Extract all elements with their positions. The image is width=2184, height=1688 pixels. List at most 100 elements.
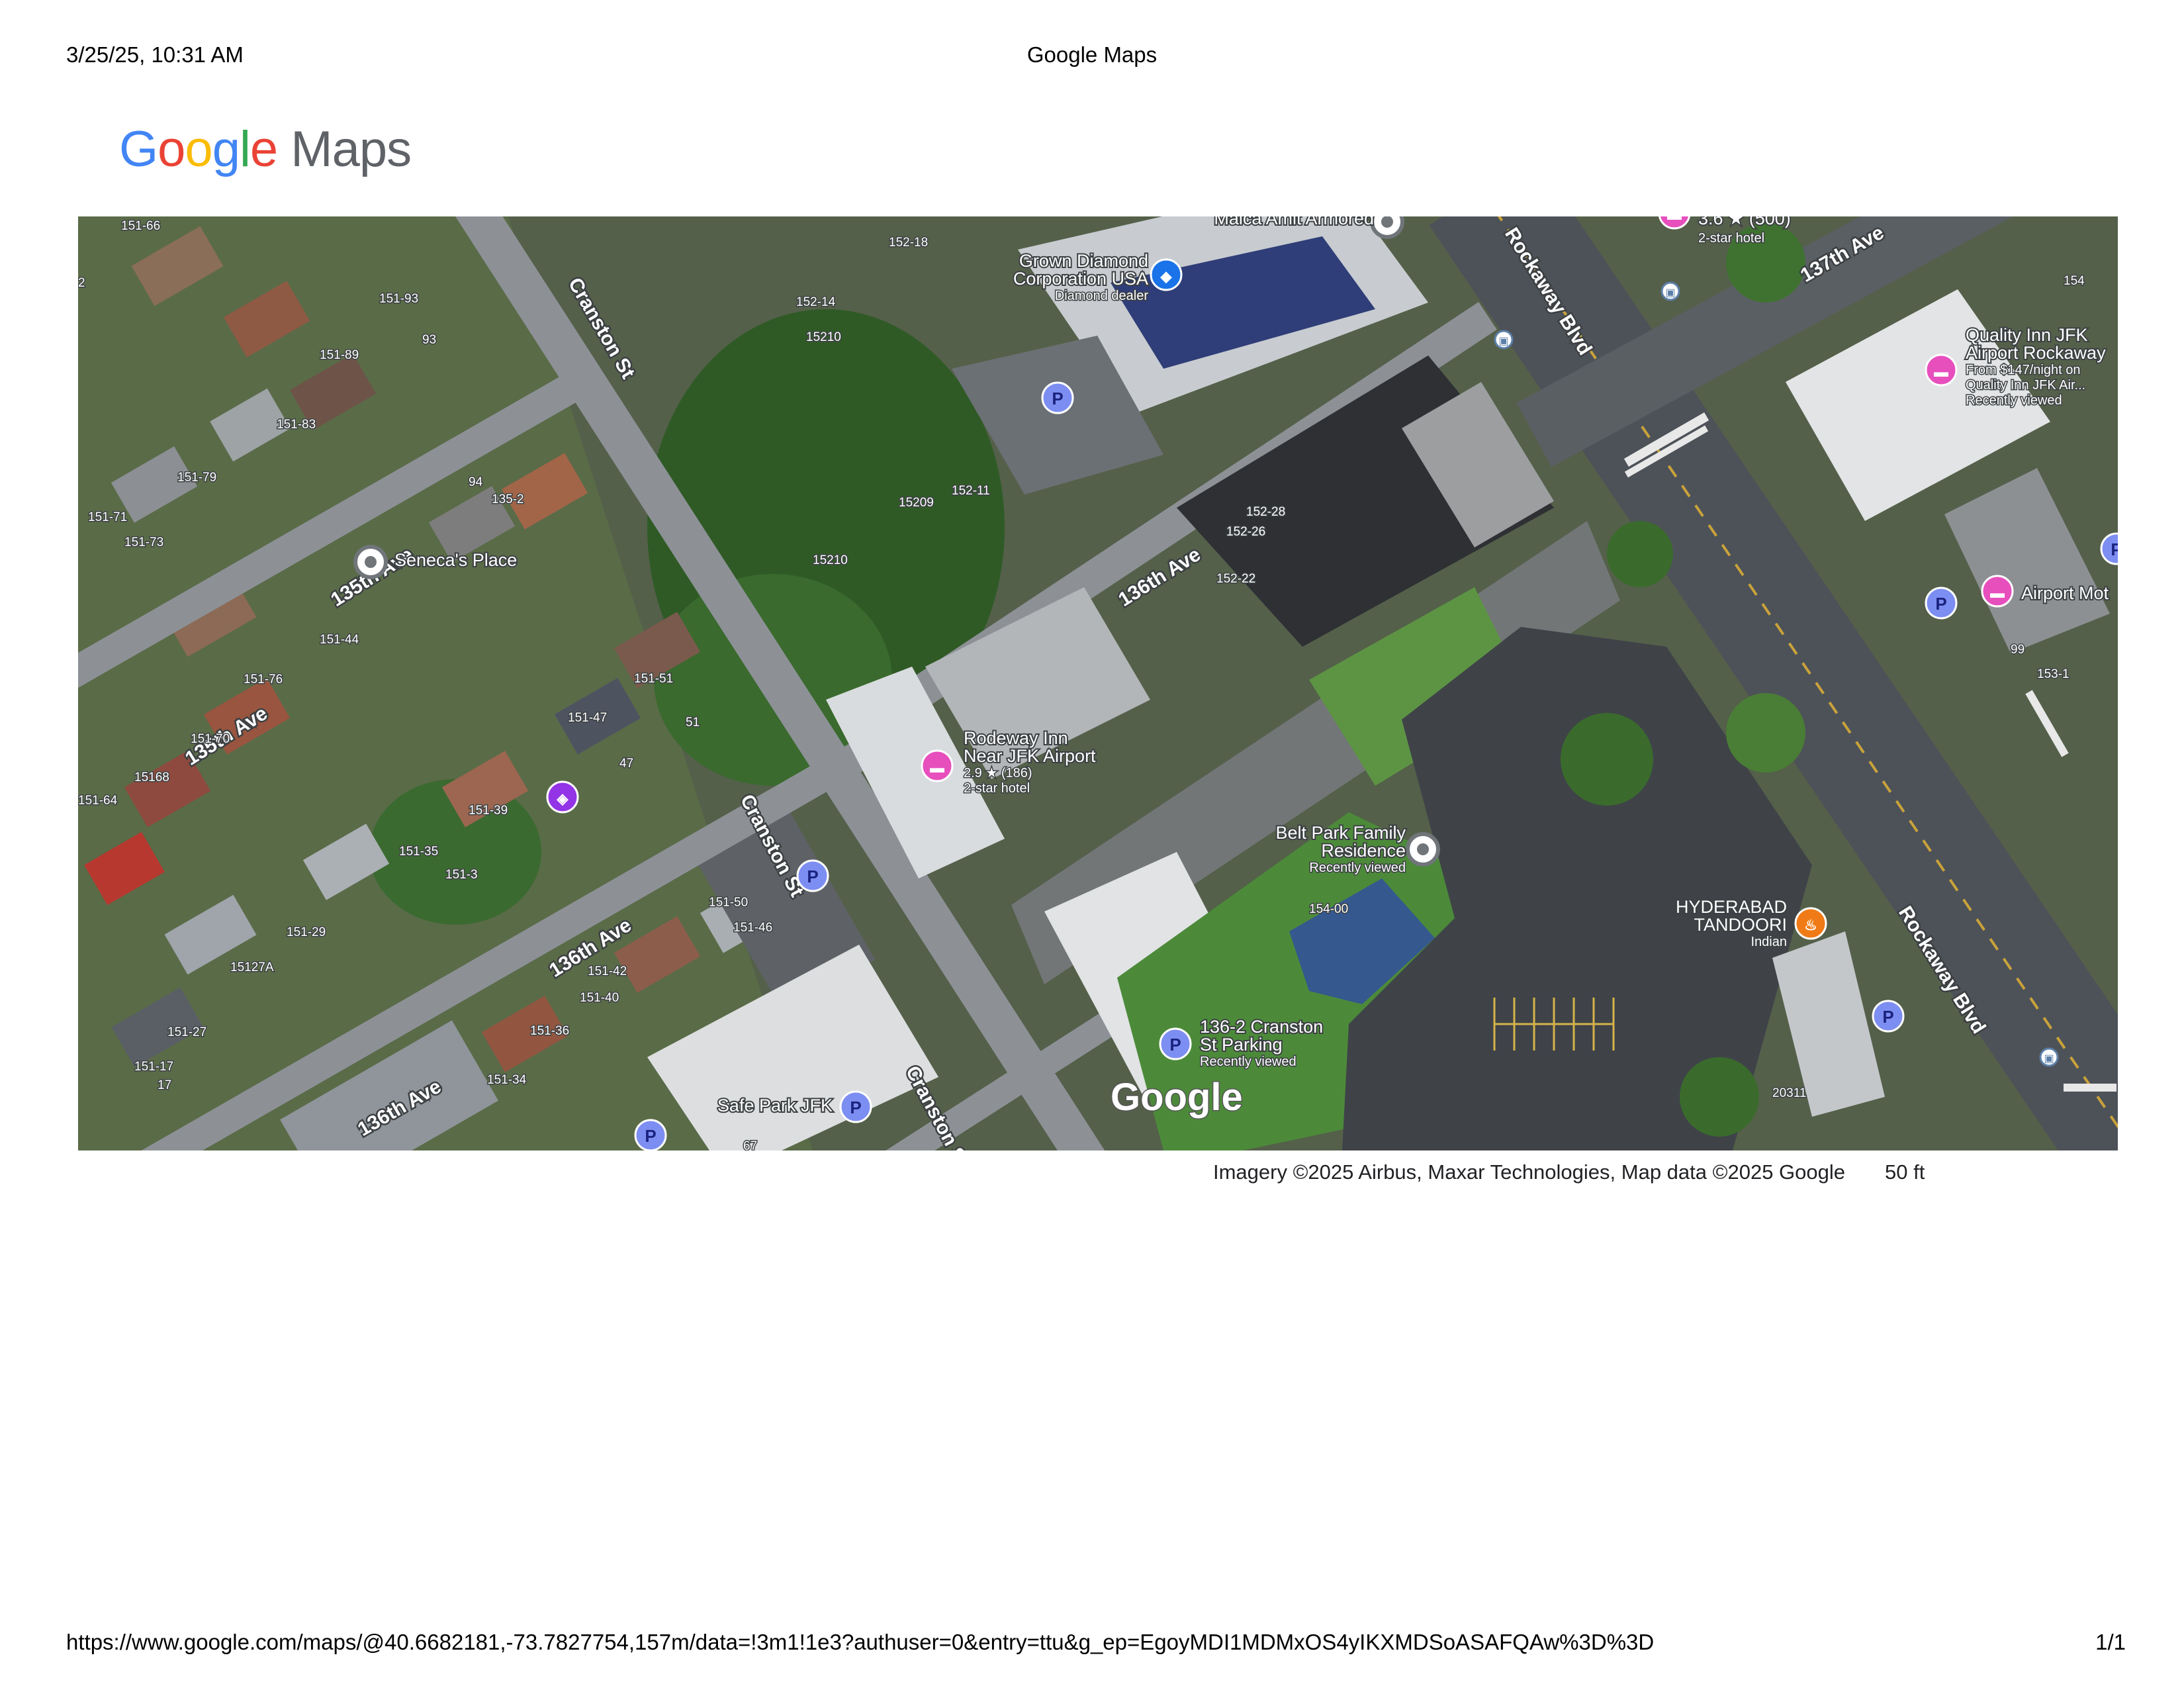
parking-glyph: P <box>2111 539 2118 559</box>
place-label[interactable]: Grown Diamond <box>1018 250 1150 272</box>
parking-glyph: P <box>807 867 818 886</box>
house-number: 151-51 <box>634 672 673 686</box>
parking-glyph: P <box>850 1098 861 1117</box>
house-number: 152-26 <box>1226 525 1265 539</box>
map-place-bus[interactable]: ▣ <box>1494 330 1514 350</box>
place-label[interactable]: St Parking <box>1199 1033 1284 1056</box>
place-label[interactable]: Recently viewed <box>1965 393 2064 409</box>
logo-letter: o <box>158 121 185 177</box>
footer-page-number: 1/1 <box>2095 1630 2126 1654</box>
place-label[interactable]: Seneca's Place <box>393 549 518 571</box>
orange-glyph: ♨ <box>1804 917 1817 933</box>
parking-glyph: P <box>1882 1007 1893 1027</box>
house-number: 151-47 <box>568 711 607 725</box>
house-number: 151-3 <box>445 868 478 882</box>
parking-glyph: P <box>1935 594 1946 614</box>
place-label[interactable]: Residence <box>1320 839 1407 862</box>
pink-glyph: ▬ <box>1934 363 1948 380</box>
logo-letter: l <box>239 121 251 177</box>
house-number: 151-27 <box>167 1025 206 1039</box>
logo-letter: o <box>185 121 212 177</box>
house-number: 99 <box>2011 643 2025 657</box>
tree-east-4 <box>1607 521 1673 587</box>
tree-east-1 <box>1561 713 1653 806</box>
print-title: Google Maps <box>1026 42 1158 67</box>
map-place-bus[interactable]: ▣ <box>1661 281 1680 301</box>
house-number: 151-29 <box>287 925 326 939</box>
place-label[interactable]: HYDERABAD <box>1674 896 1788 918</box>
map-place-purple[interactable]: ◈ <box>546 780 579 814</box>
house-number: 47 <box>619 757 633 771</box>
place-label[interactable]: 2-star hotel <box>1698 230 1766 247</box>
house-number: 151-42 <box>588 964 627 978</box>
house-number: 15210 <box>813 553 848 567</box>
parking-glyph: P <box>1169 1035 1181 1055</box>
house-number: 135-2 <box>492 492 524 506</box>
house-number: 151-79 <box>177 471 216 485</box>
house-number: 20311 <box>1772 1086 1806 1100</box>
place-label[interactable]: Belt Park Family <box>1274 821 1407 844</box>
place-label[interactable]: Corporation USA <box>1012 267 1150 290</box>
google-watermark: Google <box>1111 1076 1243 1119</box>
pin-dot-icon <box>365 556 377 568</box>
house-number: 151-76 <box>244 673 283 686</box>
house-number: 151-39 <box>469 804 508 818</box>
footer-url: https://www.google.com/maps/@40.6682181,… <box>66 1630 1655 1654</box>
place-label[interactable]: Diamond dealer <box>1054 288 1150 305</box>
satellite-map[interactable]: Cranston St Cranston St Cranston St 135th A… <box>78 216 2118 1150</box>
map-place-parking[interactable]: P <box>796 859 829 892</box>
place-label[interactable]: Airport Rockaway <box>1964 342 2107 364</box>
place-label[interactable]: Airport Mot <box>2020 582 2111 604</box>
map-place-parking[interactable]: P <box>1925 586 1958 620</box>
place-label[interactable]: 136-2 Cranston <box>1199 1015 1324 1038</box>
place-label[interactable]: Rodeway Inn <box>962 727 1069 749</box>
house-number: 151-44 <box>320 633 359 647</box>
house-number: 152-11 <box>952 484 990 498</box>
house-number: 151-35 <box>399 845 438 859</box>
house-number: 151-70 <box>191 732 230 746</box>
map-place-parking[interactable]: P <box>1872 1000 1905 1033</box>
house-number: 153-1 <box>2037 667 2070 681</box>
house-number: 15127A <box>230 961 274 974</box>
place-label[interactable]: Safe Park JFK <box>716 1094 834 1117</box>
place-label[interactable]: Indian <box>1750 934 1788 951</box>
bus-glyph: ▣ <box>1498 336 1508 347</box>
place-label[interactable]: Recently viewed <box>1199 1054 1298 1070</box>
place-label[interactable]: TANDOORI <box>1693 914 1789 936</box>
map-place-parking[interactable]: P <box>634 1119 667 1150</box>
house-number: 151-93 <box>379 292 418 306</box>
place-label[interactable]: Quality Inn JFK <box>1964 324 2089 346</box>
map-attribution: Imagery ©2025 Airbus, Maxar Technologies… <box>1213 1160 1846 1184</box>
map-place-bus[interactable]: ▣ <box>2039 1047 2059 1067</box>
pink-glyph: ▬ <box>1667 216 1682 223</box>
google-maps-logo[interactable]: Google Maps <box>119 120 412 178</box>
house-number: 151-64 <box>78 794 118 808</box>
place-label[interactable]: Quality Inn JFK Air... <box>1965 377 2087 394</box>
house-number: 154-00 <box>1309 902 1348 916</box>
house-number: 15209 <box>899 496 934 510</box>
bus-glyph: ▣ <box>1665 287 1675 299</box>
place-label[interactable]: Malca Amit Armored <box>1212 216 1375 230</box>
logo-suffix: Maps <box>277 121 412 177</box>
place-label[interactable]: 2.9 ★ (186) <box>963 765 1034 782</box>
place-label[interactable]: 3.6 ★ (500) <box>1697 216 1792 230</box>
parking-glyph: P <box>1052 389 1063 408</box>
house-number: 93 <box>422 333 436 347</box>
house-number: 94 <box>469 475 483 489</box>
house-number: 15210 <box>806 330 841 344</box>
place-label[interactable]: Near JFK Airport <box>962 745 1097 767</box>
house-number: 17 <box>158 1078 171 1092</box>
house-number: 151-46 <box>733 921 772 935</box>
place-label[interactable]: Recently viewed <box>1308 860 1407 876</box>
house-number: 151-34 <box>487 1073 527 1087</box>
house-number: 152-18 <box>889 236 928 250</box>
scale-bar-label[interactable]: 50 ft <box>1885 1160 1925 1184</box>
place-label[interactable]: 2-star hotel <box>963 780 1031 797</box>
map-place-parking[interactable]: P <box>1041 381 1074 414</box>
house-number: 151-50 <box>709 896 748 910</box>
house-number: 151-83 <box>277 418 316 432</box>
house-number: 151-73 <box>124 536 163 549</box>
place-label[interactable]: From $147/night on <box>1965 362 2081 379</box>
house-number: 151-71 <box>88 510 127 524</box>
house-number: 152-22 <box>1216 572 1255 586</box>
